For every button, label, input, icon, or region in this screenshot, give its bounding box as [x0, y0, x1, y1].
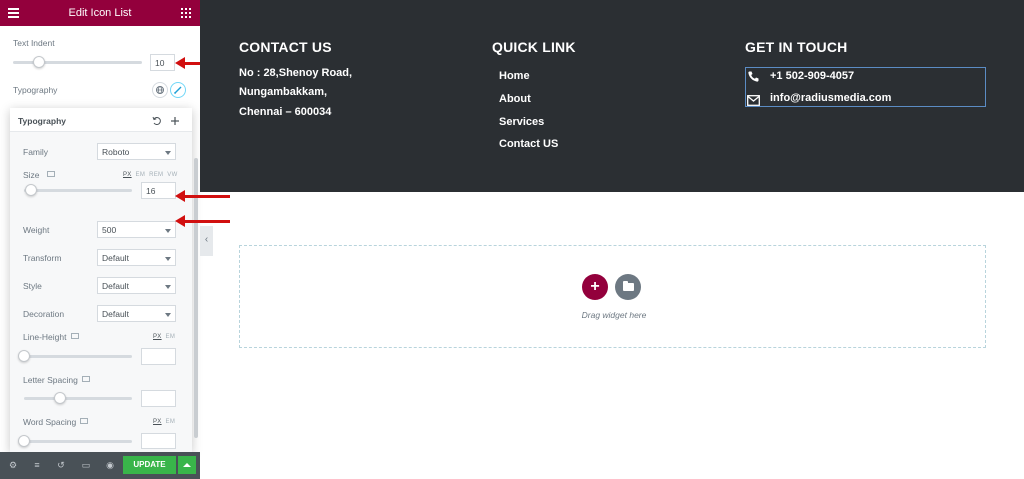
drop-zone[interactable]: [239, 245, 986, 348]
typography-popover-body: Family Roboto Size PX EM REM VW 16 Weigh…: [10, 132, 192, 452]
transform-value: Default: [102, 253, 129, 263]
word-spacing-units[interactable]: PX EM: [153, 419, 175, 425]
weight-select[interactable]: 500: [97, 221, 176, 238]
style-select[interactable]: Default: [97, 277, 176, 294]
size-units[interactable]: PX EM REM VW: [123, 172, 178, 178]
transform-select[interactable]: Default: [97, 249, 176, 266]
layers-icon[interactable]: ≡: [32, 460, 42, 470]
decoration-value: Default: [102, 309, 129, 319]
line-height-input[interactable]: [141, 348, 176, 365]
weight-value: 500: [102, 225, 117, 235]
address-line: Chennai – 600034: [239, 106, 332, 118]
size-slider-thumb[interactable]: [25, 184, 37, 196]
unit-px[interactable]: PX: [153, 419, 162, 425]
line-height-slider[interactable]: [24, 355, 132, 358]
update-options-button[interactable]: [178, 456, 196, 474]
unit-rem[interactable]: REM: [149, 172, 163, 178]
letter-spacing-slider[interactable]: [24, 397, 132, 400]
text-indent-slider-thumb[interactable]: [33, 56, 45, 68]
email-text: info@radiusmedia.com: [770, 92, 892, 104]
line-height-slider-thumb[interactable]: [18, 350, 30, 362]
site-footer: CONTACT US No : 28,Shenoy Road, Nungamba…: [200, 0, 1024, 192]
line-height-label: Line-Height: [23, 332, 67, 342]
monitor-icon[interactable]: [71, 333, 79, 339]
get-in-touch-heading: GET IN TOUCH: [745, 39, 848, 55]
settings-icon[interactable]: ⚙: [8, 460, 18, 470]
unit-em[interactable]: EM: [166, 334, 176, 340]
grid-icon[interactable]: [181, 8, 191, 18]
size-input[interactable]: 16: [141, 182, 176, 199]
reset-icon[interactable]: [151, 114, 163, 126]
typography-popover-title: Typography: [18, 116, 67, 126]
unit-em[interactable]: EM: [166, 419, 176, 425]
size-slider[interactable]: [24, 189, 132, 192]
letter-spacing-label: Letter Spacing: [23, 375, 78, 385]
quick-link-services[interactable]: Services: [499, 116, 544, 128]
annotation-arrow-size: [175, 190, 230, 202]
add-section-button[interactable]: +: [582, 274, 608, 300]
icon-list-widget[interactable]: +1 502-909-4057 info@radiusmedia.com: [745, 67, 986, 107]
responsive-icon[interactable]: ▭: [81, 460, 91, 470]
typography-label: Typography: [13, 85, 58, 95]
quick-link-about[interactable]: About: [499, 93, 531, 105]
panel-header: Edit Icon List: [0, 0, 200, 26]
unit-em[interactable]: EM: [136, 172, 146, 178]
globe-icon[interactable]: [152, 82, 168, 98]
contact-heading: CONTACT US: [239, 39, 332, 55]
quick-link-contact[interactable]: Contact US: [499, 138, 558, 150]
phone-icon: [747, 70, 759, 82]
decoration-label: Decoration: [23, 309, 65, 319]
unit-px[interactable]: PX: [123, 172, 132, 178]
update-button[interactable]: UPDATE: [123, 456, 176, 474]
style-value: Default: [102, 281, 129, 291]
quick-link-heading: QUICK LINK: [492, 39, 576, 55]
envelope-icon: [747, 93, 760, 106]
unit-vw[interactable]: VW: [167, 172, 177, 178]
drag-widget-hint: Drag widget here: [581, 310, 647, 320]
decoration-select[interactable]: Default: [97, 305, 176, 322]
text-indent-label: Text Indent: [13, 38, 55, 48]
quick-link-home[interactable]: Home: [499, 70, 530, 82]
transform-label: Transform: [23, 253, 62, 263]
editor-panel: Edit Icon List Text Indent 10 Typography…: [0, 0, 200, 479]
word-spacing-input[interactable]: [141, 433, 176, 449]
panel-title: Edit Icon List: [68, 7, 132, 19]
word-spacing-label: Word Spacing: [23, 417, 77, 427]
unit-px[interactable]: PX: [153, 334, 162, 340]
letter-spacing-input[interactable]: [141, 390, 176, 407]
family-value: Roboto: [102, 147, 130, 157]
address-line: Nungambakkam,: [239, 86, 328, 98]
line-height-units[interactable]: PX EM: [153, 334, 175, 340]
word-spacing-slider-thumb[interactable]: [18, 435, 30, 447]
weight-label: Weight: [23, 225, 50, 235]
collapse-panel-button[interactable]: ‹: [200, 226, 213, 256]
monitor-icon[interactable]: [80, 418, 88, 424]
eye-icon[interactable]: ◉: [105, 460, 115, 470]
plus-icon[interactable]: [169, 114, 181, 126]
word-spacing-slider[interactable]: [24, 440, 132, 443]
history-icon[interactable]: ↺: [56, 460, 66, 470]
monitor-icon[interactable]: [47, 171, 55, 177]
typography-popover-header: Typography: [10, 108, 192, 132]
annotation-arrow-weight: [175, 215, 230, 227]
address-line: No : 28,Shenoy Road,: [239, 67, 353, 79]
pencil-icon[interactable]: [170, 82, 186, 98]
size-label: Size: [23, 170, 40, 180]
panel-scrollbar[interactable]: [194, 158, 198, 438]
text-indent-input[interactable]: 10: [150, 54, 175, 71]
family-select[interactable]: Roboto: [97, 143, 176, 160]
letter-spacing-slider-thumb[interactable]: [54, 392, 66, 404]
family-label: Family: [23, 147, 49, 157]
monitor-icon[interactable]: [82, 376, 90, 382]
phone-text: +1 502-909-4057: [770, 70, 855, 82]
folder-icon[interactable]: [615, 274, 641, 300]
typography-popover: Typography Family Roboto Size PX EM REM …: [10, 108, 192, 452]
style-label: Style: [23, 281, 42, 291]
